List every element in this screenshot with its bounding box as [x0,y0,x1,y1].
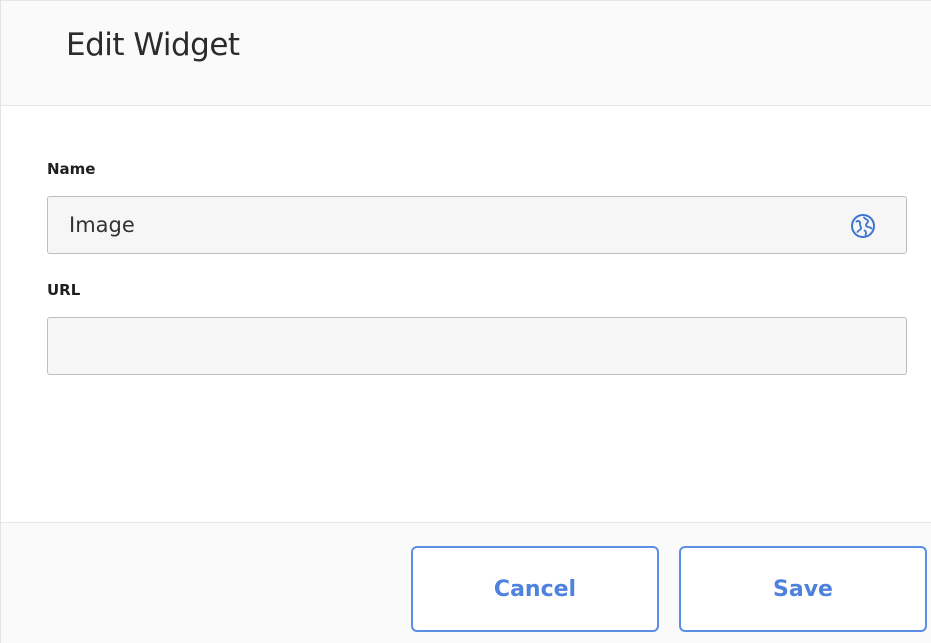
dialog-body: Name Image URL [1,107,931,522]
url-label: URL [47,281,81,299]
save-button[interactable]: Save [679,546,927,632]
dialog-footer: Cancel Save [1,522,931,643]
globe-icon[interactable] [850,213,876,239]
name-label: Name [47,160,96,178]
url-field[interactable] [47,317,907,375]
name-field-value: Image [69,213,135,237]
cancel-button[interactable]: Cancel [411,546,659,632]
name-field[interactable]: Image [47,196,907,254]
dialog-header: Edit Widget [1,0,931,106]
dialog-title: Edit Widget [66,27,240,63]
edit-widget-dialog: Edit Widget Name Image URL Cancel Save [0,0,931,643]
